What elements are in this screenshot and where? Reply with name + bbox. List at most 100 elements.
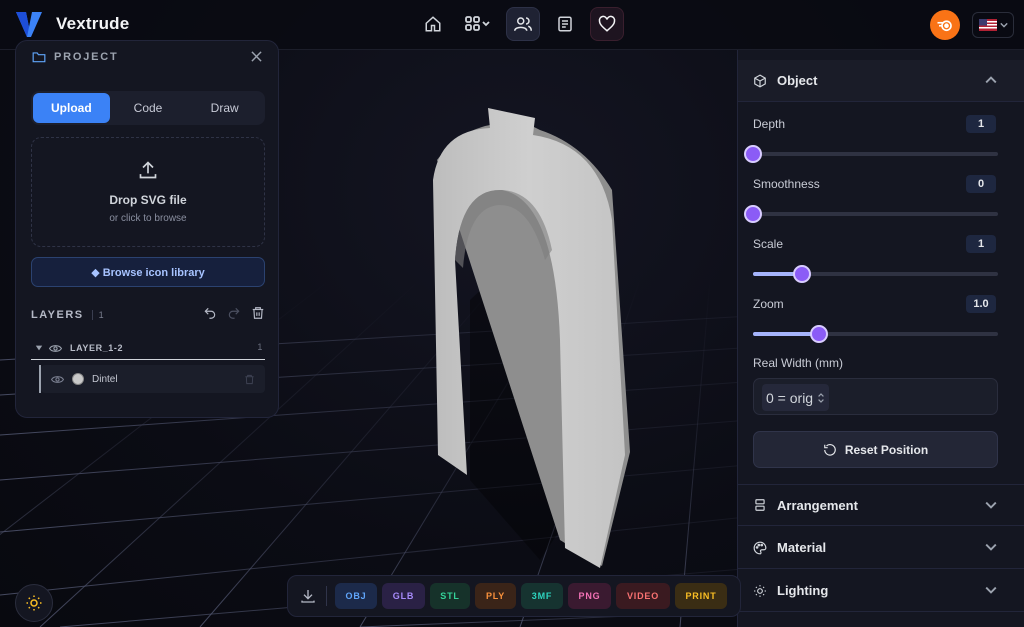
reset-position-button[interactable]: Reset Position (753, 431, 998, 468)
upload-icon (139, 161, 157, 179)
reset-label: Reset Position (844, 442, 929, 457)
trash-icon[interactable] (244, 374, 255, 385)
arrangement-section-header[interactable]: Arrangement (738, 484, 1024, 526)
favorites-button[interactable] (590, 7, 624, 41)
project-panel: PROJECT Upload Code Draw Drop SVG file o… (15, 40, 279, 418)
users-icon (514, 17, 532, 31)
lighting-section-header[interactable]: Lighting (738, 570, 1024, 612)
download-icon[interactable] (300, 588, 316, 604)
layer-group-name: LAYER_1-2 (70, 343, 124, 353)
export-bar: OBJ GLB STL PLY 3MF PNG VIDEO PRINT (287, 575, 741, 617)
properties-panel: Object Depth 1 Smoothness 0 Scale 1 Zoom… (737, 50, 1024, 627)
vextrude-logo-icon (16, 12, 42, 37)
export-glb-button[interactable]: GLB (382, 583, 425, 609)
export-obj-button[interactable]: OBJ (335, 583, 377, 609)
apps-menu-button[interactable] (458, 7, 498, 41)
folder-icon (32, 52, 46, 63)
arrangement-title: Arrangement (777, 497, 858, 513)
dropzone-subtitle: or click to browse (109, 213, 187, 224)
layers-title: LAYERS (31, 309, 84, 321)
community-button[interactable] (506, 7, 540, 41)
object-section-title: Object (777, 73, 818, 88)
depth-label: Depth (753, 117, 786, 131)
redo-icon[interactable] (227, 306, 241, 320)
material-section-header[interactable]: Material (738, 527, 1024, 569)
input-mode-tabs: Upload Code Draw (31, 91, 265, 125)
close-icon (251, 51, 262, 62)
arrangement-icon (755, 499, 765, 511)
cube-icon (754, 73, 766, 88)
scale-value: 1 (966, 235, 996, 253)
main-nav (416, 7, 624, 41)
project-title: PROJECT (54, 51, 119, 63)
dropzone-title: Drop SVG file (109, 193, 187, 207)
svg-dropzone[interactable]: Drop SVG file or click to browse (31, 137, 265, 247)
depth-slider[interactable] (744, 145, 998, 163)
export-video-button[interactable]: VIDEO (616, 583, 670, 609)
object-section-header[interactable]: Object (738, 60, 1024, 102)
home-icon (425, 16, 441, 32)
tab-upload[interactable]: Upload (33, 93, 110, 123)
language-selector[interactable] (972, 12, 1014, 38)
news-button[interactable] (548, 7, 582, 41)
export-ply-button[interactable]: PLY (475, 583, 516, 609)
zoom-label: Zoom (753, 297, 784, 311)
export-print-button[interactable]: PRINT (675, 583, 727, 609)
real-width-input[interactable]: 0 = orig (753, 378, 998, 415)
lighting-title: Lighting (777, 583, 829, 598)
theme-toggle-button[interactable] (15, 584, 53, 622)
trash-icon[interactable] (251, 306, 265, 320)
newspaper-icon (558, 16, 572, 32)
close-panel-button[interactable] (251, 49, 262, 65)
layer-color-swatch[interactable] (72, 373, 84, 385)
undo-icon[interactable] (203, 306, 217, 320)
app-name: Vextrude (56, 14, 130, 33)
layers-count: 1 (91, 310, 104, 320)
chevron-down-icon (985, 501, 997, 509)
slider-handle[interactable] (793, 265, 811, 283)
layer-group-count: 1 (257, 342, 263, 352)
collapse-triangle-icon[interactable] (35, 344, 43, 352)
material-title: Material (777, 540, 827, 555)
smoothness-slider[interactable] (744, 205, 998, 223)
tab-draw[interactable]: Draw (186, 93, 263, 123)
zoom-value: 1.0 (966, 295, 996, 313)
eye-icon[interactable] (51, 373, 64, 386)
layers-header: LAYERS 1 (31, 307, 265, 323)
layer-indent-bar (39, 365, 41, 393)
browse-icon-library-button[interactable]: ◆ Browse icon library (31, 257, 265, 287)
blender-icon (937, 20, 952, 32)
app-logo[interactable]: Vextrude (14, 9, 129, 39)
palette-icon (753, 541, 767, 554)
heart-icon (598, 15, 616, 32)
tab-code[interactable]: Code (110, 93, 187, 123)
scale-label: Scale (753, 237, 784, 251)
real-width-value: 0 = orig (766, 389, 814, 406)
export-stl-button[interactable]: STL (430, 583, 470, 609)
chevron-down-icon (999, 22, 1008, 28)
blender-avatar-button[interactable] (930, 10, 960, 40)
slider-handle[interactable] (744, 145, 762, 163)
export-3mf-button[interactable]: 3MF (521, 583, 563, 609)
chevron-up-icon (985, 76, 997, 84)
slider-handle[interactable] (744, 205, 762, 223)
eye-icon[interactable] (49, 342, 62, 355)
home-button[interactable] (416, 7, 450, 41)
scale-slider[interactable] (753, 265, 998, 283)
layer-item[interactable]: Dintel (39, 365, 265, 393)
sun-icon (26, 595, 42, 611)
layer-name: Dintel (92, 373, 118, 385)
us-flag-icon (978, 19, 997, 31)
chevron-down-icon (985, 543, 997, 551)
smoothness-value: 0 (966, 175, 996, 193)
zoom-slider[interactable] (753, 325, 998, 343)
export-png-button[interactable]: PNG (568, 583, 611, 609)
slider-handle[interactable] (810, 325, 829, 343)
stepper-icon[interactable] (817, 392, 825, 404)
smoothness-label: Smoothness (753, 177, 820, 191)
project-header: PROJECT (32, 51, 119, 63)
sun-icon (754, 584, 766, 597)
layer-group-row[interactable]: LAYER_1-2 1 (31, 339, 265, 357)
chevron-down-icon (985, 586, 997, 594)
real-width-label: Real Width (mm) (753, 356, 844, 370)
